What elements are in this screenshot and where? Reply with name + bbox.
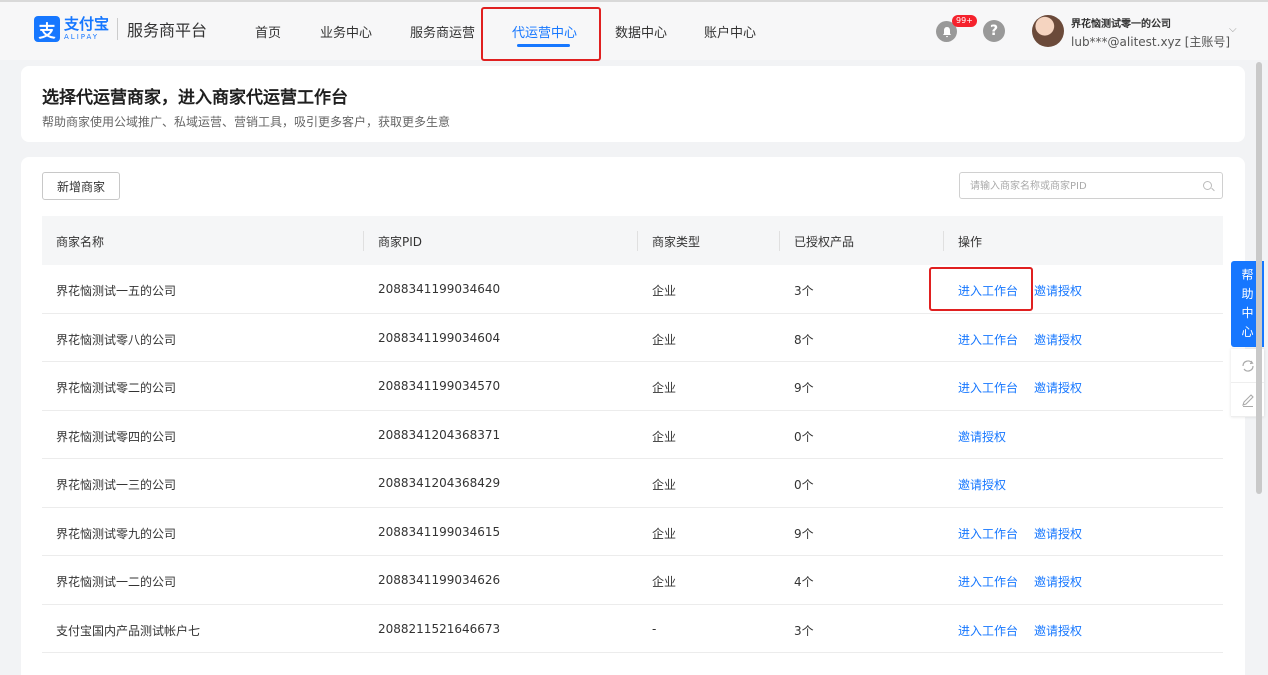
account-login-id: lub***@alitest.xyz [主账号] — [1071, 35, 1231, 49]
merchant-type-cell: - — [652, 621, 657, 636]
table-row: 界花恼测试一三的公司 2088341204368429 企业 0个 邀请授权 — [42, 459, 1223, 508]
chevron-down-icon[interactable]: ⌵ — [1229, 24, 1237, 35]
notification-count-badge: 99+ — [952, 15, 977, 27]
merchant-name-cell: 界花恼测试零二的公司 — [56, 381, 177, 395]
top-navigation-bar: 支 支付宝 ALIPAY 服务商平台 首页 业务中心 服务商运营 代运营中心 数… — [0, 0, 1268, 60]
merchant-type-cell: 企业 — [652, 478, 677, 492]
logo-en-text: ALIPAY — [64, 33, 100, 41]
column-header-merchant-pid: 商家PID — [378, 235, 423, 249]
merchant-type-cell: 企业 — [652, 284, 677, 298]
table-body: 界花恼测试一五的公司 2088341199034640 企业 3个 进入工作台 … — [42, 265, 1223, 653]
logo-divider — [117, 18, 119, 40]
nav-item-provider-operations[interactable]: 服务商运营 — [410, 22, 475, 41]
authorized-products-cell: 9个 — [794, 526, 814, 541]
table-row: 界花恼测试零二的公司 2088341199034570 企业 9个 进入工作台 … — [42, 362, 1223, 411]
authorized-products-cell: 9个 — [794, 381, 814, 395]
column-header-merchant-name: 商家名称 — [56, 235, 105, 249]
merchant-search-input[interactable] — [970, 178, 1190, 194]
column-header-actions: 操作 — [958, 235, 983, 249]
enter-workbench-link[interactable]: 进入工作台 — [958, 331, 1018, 348]
column-header-authorized-products: 已授权产品 — [794, 235, 855, 249]
alipay-logo-icon: 支 — [34, 16, 60, 42]
search-icon[interactable] — [1203, 181, 1212, 190]
add-merchant-button[interactable]: 新增商家 — [42, 172, 120, 200]
avatar[interactable] — [1032, 15, 1064, 47]
column-divider — [637, 231, 638, 251]
invite-authorization-link[interactable]: 邀请授权 — [958, 476, 1006, 493]
authorized-products-cell: 0个 — [794, 478, 814, 492]
table-row: 支付宝国内产品测试帐户七 2088211521646673 - 3个 进入工作台… — [42, 605, 1223, 653]
enter-workbench-link[interactable]: 进入工作台 — [958, 379, 1018, 396]
merchant-table-card: 新增商家 商家名称 商家PID 商家类型 已授权产品 操作 界花恼测试一五的公司… — [21, 157, 1245, 675]
merchant-search-box[interactable] — [959, 172, 1223, 199]
merchant-pid-cell: 2088341199034604 — [378, 330, 501, 345]
authorized-products-cell: 8个 — [794, 332, 814, 347]
merchant-name-cell: 界花恼测试零四的公司 — [56, 429, 177, 444]
table-row: 界花恼测试一五的公司 2088341199034640 企业 3个 进入工作台 … — [42, 265, 1223, 314]
help-center-char: 帮 — [1241, 268, 1254, 282]
invite-authorization-link[interactable]: 邀请授权 — [1034, 331, 1082, 348]
invite-authorization-link[interactable]: 邀请授权 — [1034, 573, 1082, 590]
nav-item-home[interactable]: 首页 — [255, 22, 281, 41]
merchant-pid-cell: 2088341199034640 — [378, 282, 501, 296]
invite-authorization-link[interactable]: 邀请授权 — [958, 428, 1006, 445]
invite-authorization-link[interactable]: 邀请授权 — [1034, 282, 1082, 299]
alipay-logo[interactable]: 支 支付宝 ALIPAY 服务商平台 — [34, 16, 207, 42]
merchant-type-cell: 企业 — [652, 575, 677, 589]
column-divider — [363, 231, 364, 251]
table-row: 界花恼测试一二的公司 2088341199034626 企业 4个 进入工作台 … — [42, 556, 1223, 605]
page-title: 选择代运营商家，进入商家代运营工作台 — [42, 88, 348, 108]
help-center-char: 心 — [1241, 325, 1254, 339]
invite-authorization-link[interactable]: 邀请授权 — [1034, 622, 1082, 639]
merchant-name-cell: 支付宝国内产品测试帐户七 — [56, 623, 201, 638]
table-header: 商家名称 商家PID 商家类型 已授权产品 操作 — [42, 216, 1223, 265]
table-row: 界花恼测试零八的公司 2088341199034604 企业 8个 进入工作台 … — [42, 314, 1223, 362]
page-header-card: 选择代运营商家，进入商家代运营工作台 帮助商家使用公域推广、私域运营、营销工具，… — [21, 66, 1245, 142]
invite-authorization-link[interactable]: 邀请授权 — [1034, 379, 1082, 396]
column-header-merchant-type: 商家类型 — [652, 235, 701, 249]
authorized-products-cell: 4个 — [794, 575, 814, 589]
merchant-pid-cell: 2088211521646673 — [378, 621, 501, 636]
invite-authorization-link[interactable]: 邀请授权 — [1034, 525, 1082, 542]
merchant-pid-cell: 2088341204368429 — [378, 476, 501, 490]
merchant-pid-cell: 2088341199034626 — [378, 573, 501, 587]
nav-item-account-center[interactable]: 账户中心 — [704, 22, 756, 41]
logo-wordmark: 支付宝 ALIPAY — [64, 17, 109, 41]
authorized-products-cell: 3个 — [794, 284, 814, 298]
nav-item-data-center[interactable]: 数据中心 — [615, 22, 667, 41]
highlight-box-enter-workbench — [929, 267, 1033, 311]
enter-workbench-link[interactable]: 进入工作台 — [958, 525, 1018, 542]
nav-item-business-center[interactable]: 业务中心 — [320, 22, 372, 41]
authorized-products-cell: 3个 — [794, 623, 814, 638]
authorized-products-cell: 0个 — [794, 429, 814, 444]
merchant-pid-cell: 2088341199034570 — [378, 379, 501, 393]
page-subtitle: 帮助商家使用公域推广、私域运营、营销工具，吸引更多客户，获取更多生意 — [42, 115, 451, 129]
merchant-name-cell: 界花恼测试一二的公司 — [56, 575, 177, 589]
merchant-name-cell: 界花恼测试零八的公司 — [56, 332, 177, 347]
help-question-icon[interactable]: ? — [983, 20, 1005, 42]
merchant-pid-cell: 2088341204368371 — [378, 427, 501, 442]
merchant-name-cell: 界花恼测试一三的公司 — [56, 478, 177, 492]
enter-workbench-link[interactable]: 进入工作台 — [958, 622, 1018, 639]
help-center-char: 中 — [1241, 306, 1254, 320]
merchant-type-cell: 企业 — [652, 429, 677, 444]
table-row: 界花恼测试零四的公司 2088341204368371 企业 0个 邀请授权 — [42, 411, 1223, 459]
platform-name: 服务商平台 — [127, 21, 208, 40]
merchant-type-cell: 企业 — [652, 526, 677, 541]
merchant-pid-cell: 2088341199034615 — [378, 524, 501, 539]
page-scrollbar[interactable] — [1256, 62, 1262, 494]
merchant-name-cell: 界花恼测试一五的公司 — [56, 284, 177, 298]
table-row: 界花恼测试零九的公司 2088341199034615 企业 9个 进入工作台 … — [42, 508, 1223, 556]
help-center-char: 助 — [1241, 287, 1254, 301]
logo-cn-text: 支付宝 — [64, 15, 110, 33]
merchant-name-cell: 界花恼测试零九的公司 — [56, 526, 177, 541]
merchant-type-cell: 企业 — [652, 381, 677, 395]
enter-workbench-link[interactable]: 进入工作台 — [958, 573, 1018, 590]
account-company-name[interactable]: 界花恼测试零一的公司 — [1071, 15, 1171, 30]
merchant-type-cell: 企业 — [652, 332, 677, 347]
column-divider — [943, 231, 944, 251]
column-divider — [779, 231, 780, 251]
highlight-box-nav — [481, 7, 601, 61]
